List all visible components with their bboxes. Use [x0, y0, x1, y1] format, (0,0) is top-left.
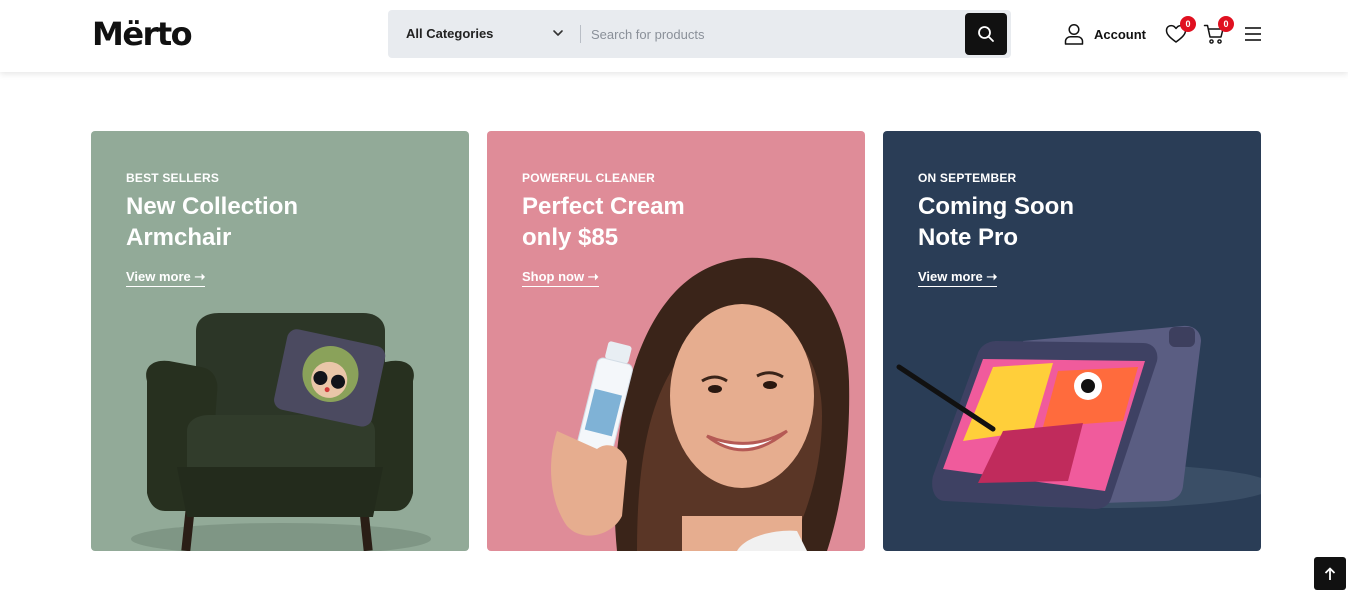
arrow-up-icon — [1324, 567, 1336, 580]
banner-eyebrow: BEST SELLERS — [126, 171, 220, 185]
cart-button[interactable]: 0 — [1202, 16, 1234, 46]
account-link[interactable]: Account — [1064, 22, 1146, 46]
back-to-top-button[interactable] — [1314, 557, 1346, 590]
wishlist-count-badge: 0 — [1180, 16, 1196, 32]
view-more-link[interactable]: View more ➝ — [126, 269, 206, 287]
banner-eyebrow: ON SEPTEMBER — [918, 171, 1017, 185]
brand-logo[interactable]: Mërto — [92, 14, 193, 54]
search-bar: All Categories — [388, 10, 1011, 58]
banner-armchair[interactable]: BEST SELLERS New Collection Armchair Vie… — [91, 131, 469, 551]
shop-now-link[interactable]: Shop now ➝ — [522, 269, 599, 287]
category-select[interactable]: All Categories — [406, 10, 493, 58]
site-header: Mërto All Categories Account 0 — [0, 0, 1348, 72]
banner-cream[interactable]: POWERFUL CLEANER Perfect Cream only $85 … — [487, 131, 865, 551]
banner-title: Perfect Cream only $85 — [522, 193, 685, 251]
wishlist-button[interactable]: 0 — [1164, 16, 1196, 46]
search-icon — [978, 26, 994, 42]
banner-note-pro[interactable]: ON SEPTEMBER Coming Soon Note Pro View m… — [883, 131, 1261, 551]
user-icon — [1064, 23, 1084, 45]
chevron-down-icon[interactable] — [551, 26, 565, 40]
banner-eyebrow: POWERFUL CLEANER — [522, 171, 655, 185]
cart-count-badge: 0 — [1218, 16, 1234, 32]
hamburger-menu-icon — [1245, 27, 1261, 41]
search-button[interactable] — [965, 13, 1007, 55]
search-input[interactable] — [591, 19, 951, 49]
search-divider — [580, 25, 581, 43]
view-more-link[interactable]: View more ➝ — [918, 269, 998, 287]
banner-title: Coming Soon Note Pro — [918, 193, 1074, 251]
banner-title: New Collection Armchair — [126, 193, 299, 251]
account-label: Account — [1094, 26, 1146, 42]
menu-button[interactable] — [1241, 22, 1265, 46]
